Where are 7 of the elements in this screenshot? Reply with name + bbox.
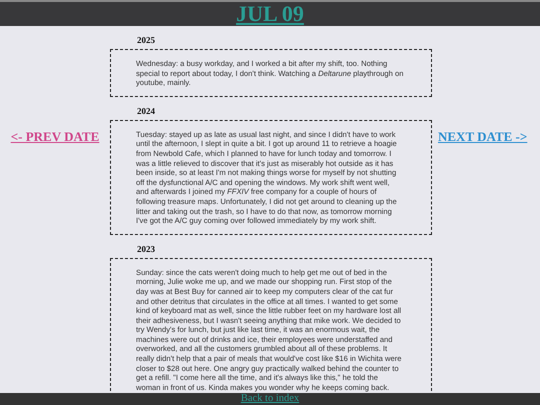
year-heading: 2023 — [137, 244, 156, 254]
back-to-index-link[interactable]: Back to index — [240, 393, 300, 405]
year-heading: 2025 — [137, 35, 156, 45]
year-heading: 2024 — [137, 106, 156, 116]
date-title-link[interactable]: JUL 09 — [236, 1, 304, 26]
prev-date-link[interactable]: <- PREV DATE — [10, 129, 100, 144]
next-date-link[interactable]: NEXT DATE -> — [438, 129, 528, 144]
